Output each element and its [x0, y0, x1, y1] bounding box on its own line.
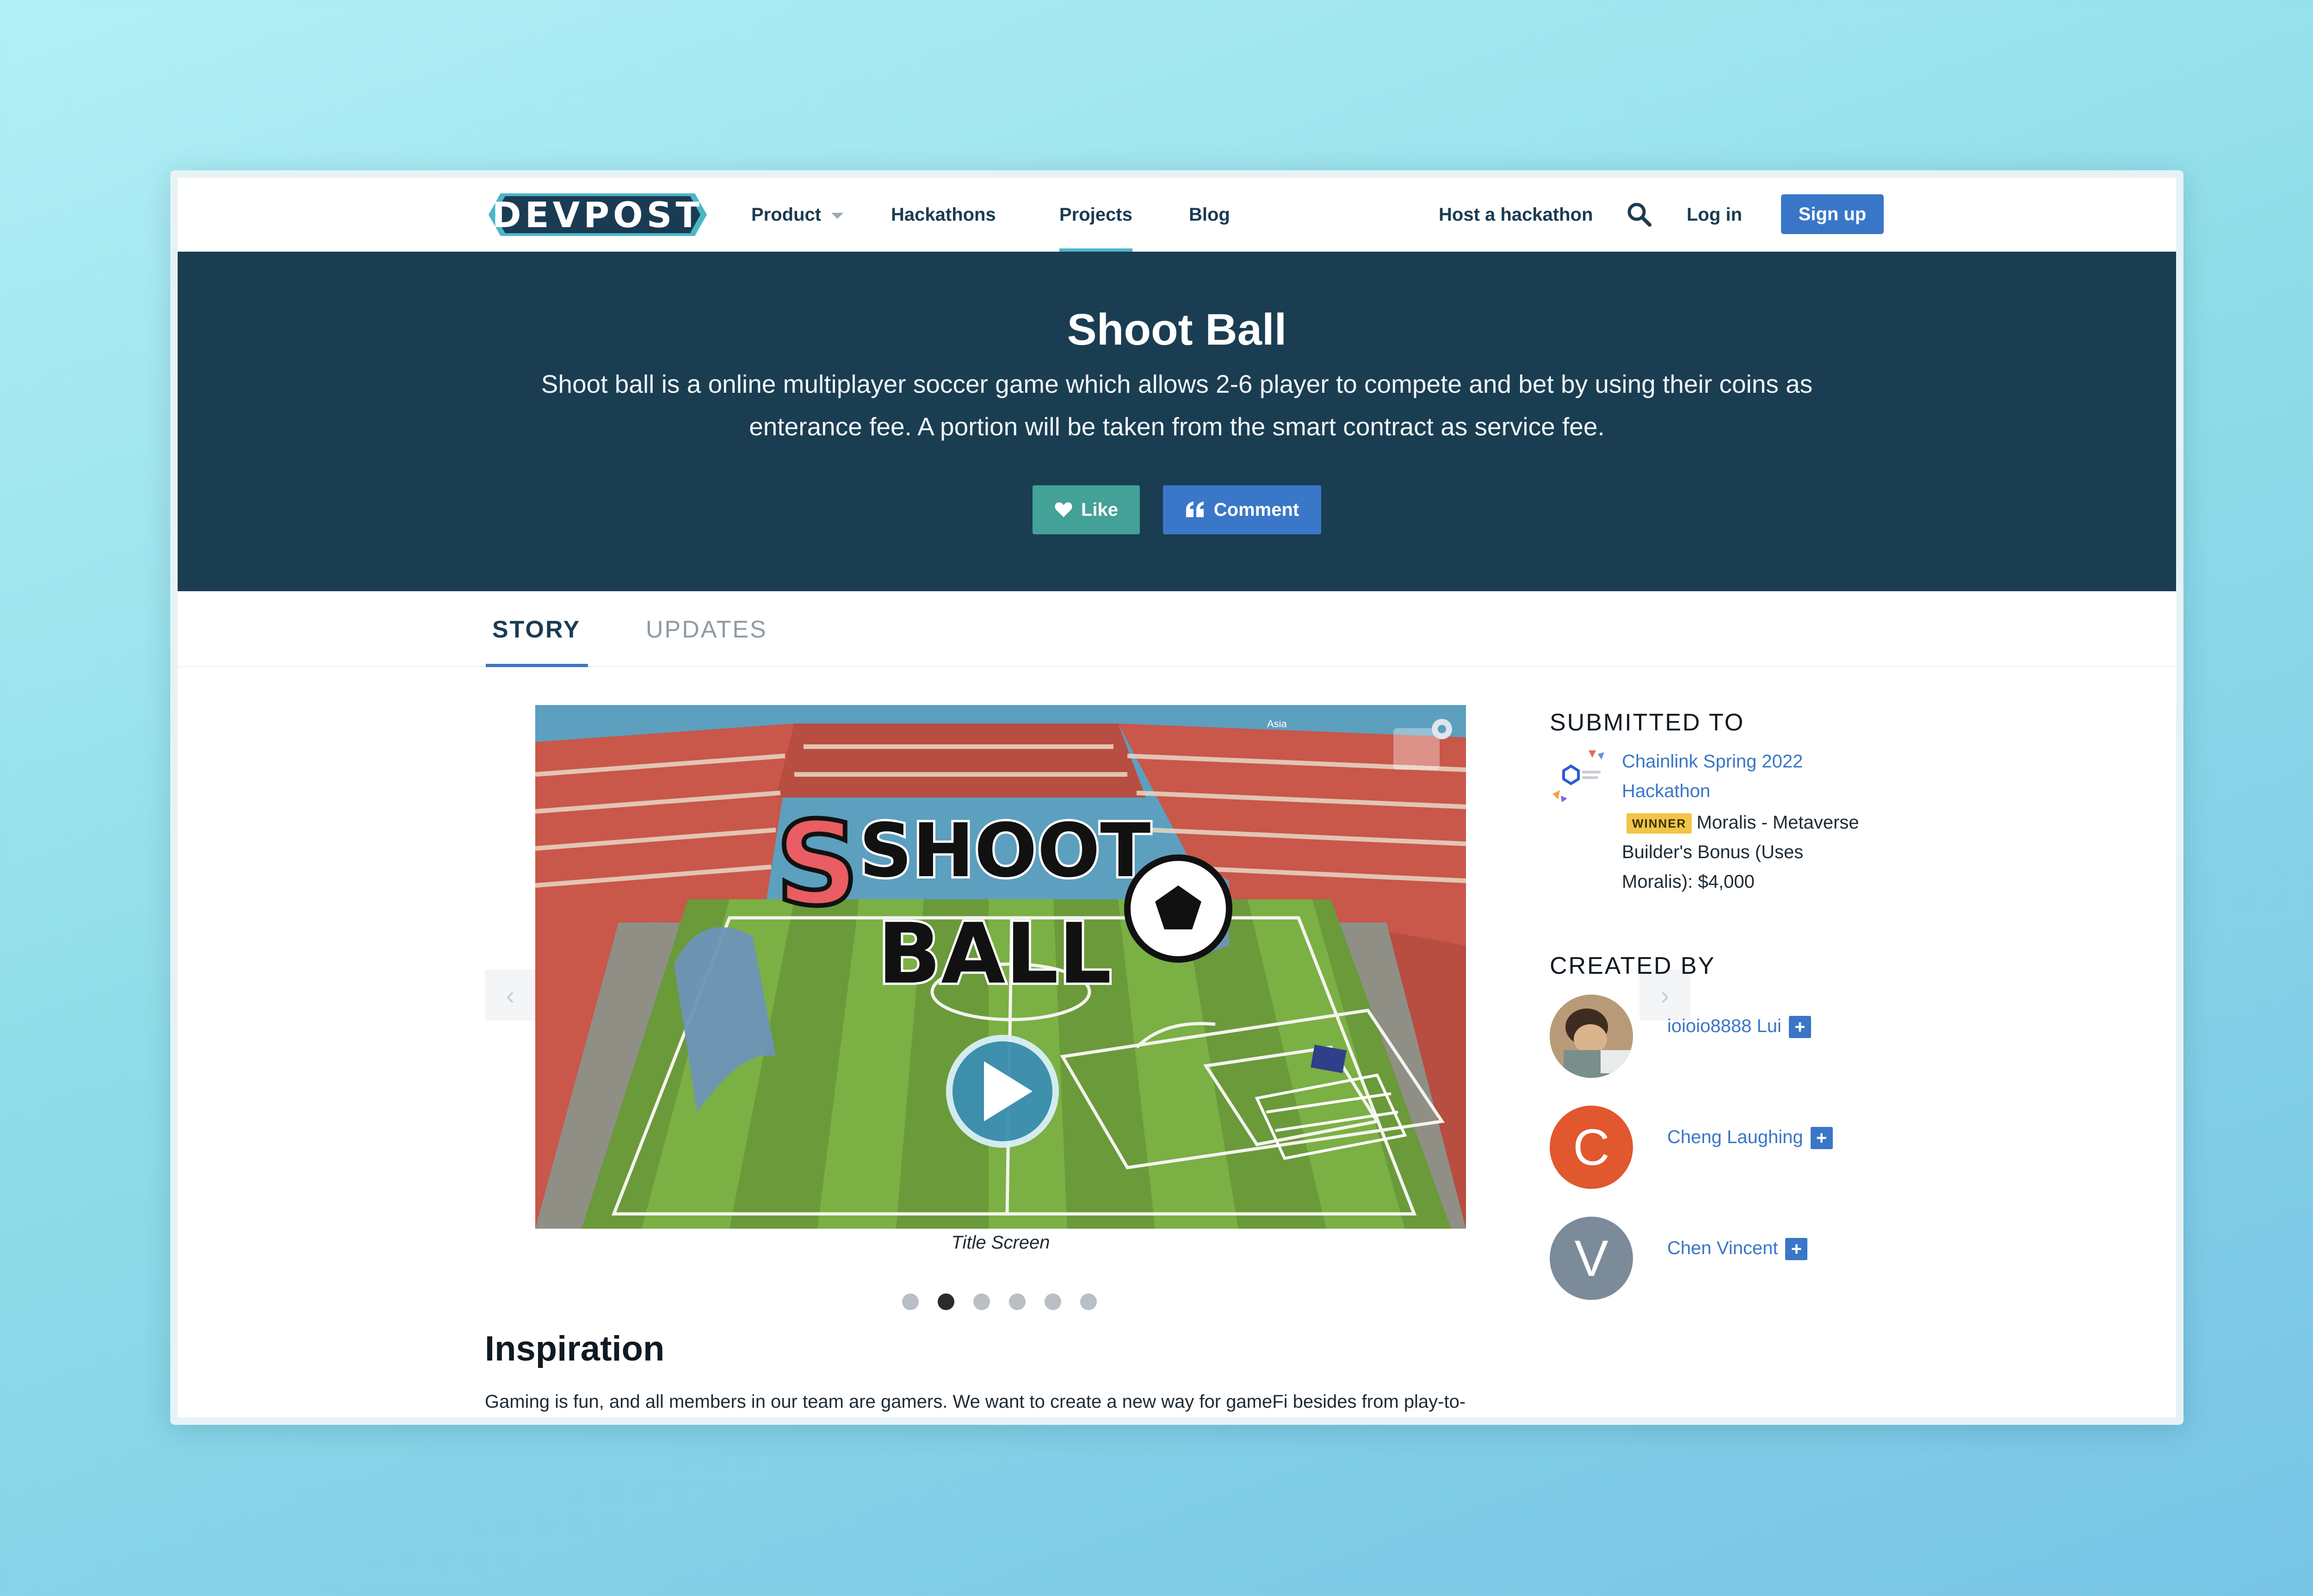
avatar-member-3[interactable]: V — [1550, 1217, 1633, 1300]
chevron-down-icon — [831, 212, 844, 219]
avatar-member-1[interactable] — [1550, 995, 1633, 1078]
plus-icon[interactable]: + — [1810, 1127, 1833, 1150]
nav-host-hackathon[interactable]: Host a hackathon — [1439, 198, 1593, 231]
inspiration-text: Gaming is fun, and all members in our te… — [485, 1392, 1466, 1412]
nav-product[interactable]: Product — [751, 198, 844, 231]
logo-shoot-text: SHOOT — [859, 807, 1150, 894]
comment-button[interactable]: Comment — [1163, 485, 1321, 534]
member-3[interactable]: Chen Vincent + — [1667, 1234, 1808, 1262]
project-header: Shoot Ball Shoot ball is a online multip… — [178, 252, 2176, 591]
plus-icon[interactable]: + — [1788, 1016, 1811, 1039]
tab-story[interactable]: STORY — [485, 613, 588, 667]
avatar-member-2[interactable]: C — [1550, 1106, 1633, 1189]
winner-badge: WINNER — [1627, 813, 1692, 834]
play-icon[interactable] — [946, 1035, 1059, 1148]
section-heading-inspiration: Inspiration — [485, 1329, 665, 1368]
member-1[interactable]: ioioio8888 Lui + — [1667, 1012, 1811, 1040]
tab-updates[interactable]: UPDATES — [646, 613, 767, 646]
nav-product-label: Product — [751, 204, 822, 225]
browser-window: DEVPOST Product Hackathons Projects Blog… — [170, 170, 2183, 1425]
heart-icon — [1055, 502, 1072, 517]
hackathon-link[interactable]: Chainlink Spring 2022 Hackathon — [1622, 747, 1862, 806]
nav-projects[interactable]: Projects — [1059, 198, 1132, 252]
story-tabs: STORY UPDATES — [178, 591, 2176, 667]
search-icon[interactable] — [1626, 201, 1653, 229]
gallery-image[interactable]: S SHOOT BALL Asia — [535, 705, 1466, 1229]
member-3-name: Chen Vincent — [1667, 1238, 1778, 1258]
gear-icon[interactable] — [1432, 719, 1452, 739]
submitted-to-heading: SUBMITTED TO — [1550, 709, 1745, 736]
gallery-dot-2[interactable] — [938, 1293, 954, 1310]
devpost-logo[interactable]: DEVPOST — [487, 192, 709, 238]
chevron-right-icon: › — [1660, 980, 1670, 1010]
member-2-name: Cheng Laughing — [1667, 1127, 1803, 1147]
comment-label: Comment — [1213, 499, 1299, 520]
stadium-screenshot: S SHOOT BALL Asia — [535, 705, 1466, 1229]
gallery-dot-1[interactable] — [902, 1293, 919, 1310]
plus-icon[interactable]: + — [1785, 1238, 1808, 1261]
chevron-left-icon: ‹ — [506, 980, 515, 1010]
top-navbar: DEVPOST Product Hackathons Projects Blog… — [178, 178, 2176, 252]
member-2[interactable]: Cheng Laughing + — [1667, 1123, 1833, 1151]
project-tagline: Shoot ball is a online multiplayer socce… — [541, 370, 1813, 441]
member-photo — [1550, 995, 1633, 1078]
logo-ball-text: BALL — [878, 906, 1112, 1002]
svg-text:S: S — [776, 797, 859, 931]
like-button[interactable]: Like — [1033, 485, 1140, 534]
gallery-caption: Title Screen — [951, 1232, 1050, 1253]
prize-row: WINNER Moralis - Metaverse Builder's Bonu… — [1622, 808, 1862, 897]
overlay-region-label: Asia — [1267, 718, 1287, 730]
gallery-dot-3[interactable] — [973, 1293, 990, 1310]
like-label: Like — [1081, 499, 1119, 520]
hackathon-logo[interactable] — [1550, 748, 1607, 805]
nav-hackathons[interactable]: Hackathons — [891, 198, 996, 231]
project-title: Shoot Ball — [1067, 305, 1287, 354]
logo-text: DEVPOST — [492, 194, 704, 235]
signup-button[interactable]: Sign up — [1781, 194, 1884, 234]
gallery-dot-6[interactable] — [1080, 1293, 1097, 1310]
login-link[interactable]: Log in — [1687, 198, 1742, 231]
gallery-dot-4[interactable] — [1009, 1293, 1026, 1310]
gallery-dot-5[interactable] — [1045, 1293, 1061, 1310]
gallery-prev-button[interactable]: ‹ — [485, 970, 536, 1021]
created-by-heading: CREATED BY — [1550, 953, 1716, 979]
member-1-name: ioioio8888 Lui — [1667, 1016, 1781, 1036]
quote-icon — [1186, 501, 1204, 517]
nav-blog[interactable]: Blog — [1189, 198, 1230, 231]
